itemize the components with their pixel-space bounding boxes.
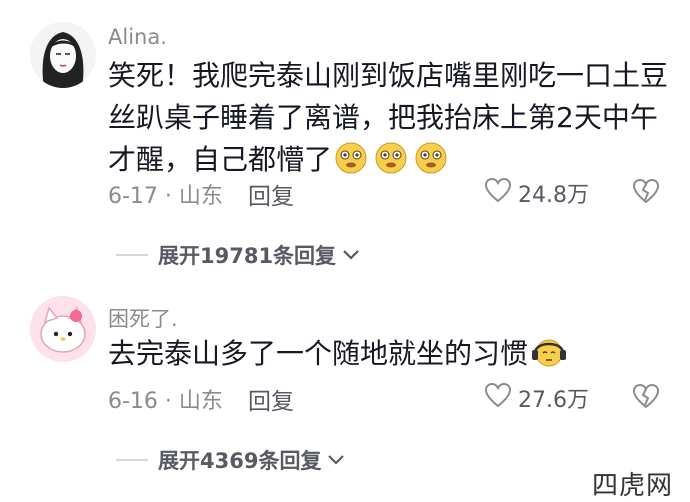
comment-text-line-3: 才醒，自己都懵了: [108, 143, 333, 176]
heart-icon: [484, 382, 512, 414]
expand-replies-label: 展开19781条回复: [158, 244, 337, 268]
divider: [116, 459, 148, 461]
like-count: 24.8万: [518, 183, 589, 208]
avatar[interactable]: [30, 22, 96, 88]
dislike-button[interactable]: [632, 178, 660, 208]
dislike-button[interactable]: [632, 383, 660, 413]
sleepy-headphones-emoji-icon: [530, 335, 568, 381]
expand-replies-button[interactable]: 展开19781条回复: [116, 240, 360, 270]
broken-heart-icon: [632, 383, 660, 413]
comment-username[interactable]: Alina.: [108, 25, 167, 49]
broken-heart-icon: [632, 178, 660, 208]
dizzy-face-emoji-icon: [414, 141, 452, 187]
comment-text-line: 笑死！我爬完泰山刚到饭店嘴里刚吃一口土豆: [108, 59, 669, 92]
reply-button[interactable]: 回复: [248, 177, 294, 211]
avatar-girl-sketch-icon: [30, 22, 96, 88]
divider: [116, 254, 148, 256]
expand-replies-label: 展开4369条回复: [158, 449, 322, 473]
heart-icon: [484, 177, 512, 209]
comment-date-location: 6-17 · 山东: [108, 184, 223, 209]
chevron-down-icon: [342, 243, 360, 267]
like-count: 27.6万: [518, 388, 589, 413]
comment-text: 笑死！我爬完泰山刚到饭店嘴里刚吃一口土豆 丝趴桌子睡着了离谱，把我抬床上第2天中…: [108, 55, 668, 187]
like-button[interactable]: 27.6万: [484, 382, 589, 414]
comment-text-line: 丝趴桌子睡着了离谱，把我抬床上第2天中午: [108, 101, 658, 134]
like-button[interactable]: 24.8万: [484, 177, 589, 209]
comment-username[interactable]: 困死了.: [108, 303, 178, 333]
dizzy-face-emoji-icon: [374, 141, 412, 187]
reply-button[interactable]: 回复: [248, 382, 294, 416]
comment-text-line-1: 去完泰山多了一个随地就坐的习惯: [108, 337, 529, 370]
chevron-down-icon: [327, 448, 345, 472]
comment-text: 去完泰山多了一个随地就坐的习惯: [108, 333, 668, 381]
comment-text-line: 去完泰山多了一个随地就坐的习惯: [108, 333, 668, 381]
avatar-hello-kitty-icon: [30, 296, 96, 362]
comment-date-location: 6-16 · 山东: [108, 389, 223, 414]
expand-replies-button[interactable]: 展开4369条回复: [116, 445, 345, 475]
avatar[interactable]: [30, 296, 96, 362]
watermark: 四虎网: [592, 471, 674, 501]
dizzy-face-emoji-icon: [334, 141, 372, 187]
